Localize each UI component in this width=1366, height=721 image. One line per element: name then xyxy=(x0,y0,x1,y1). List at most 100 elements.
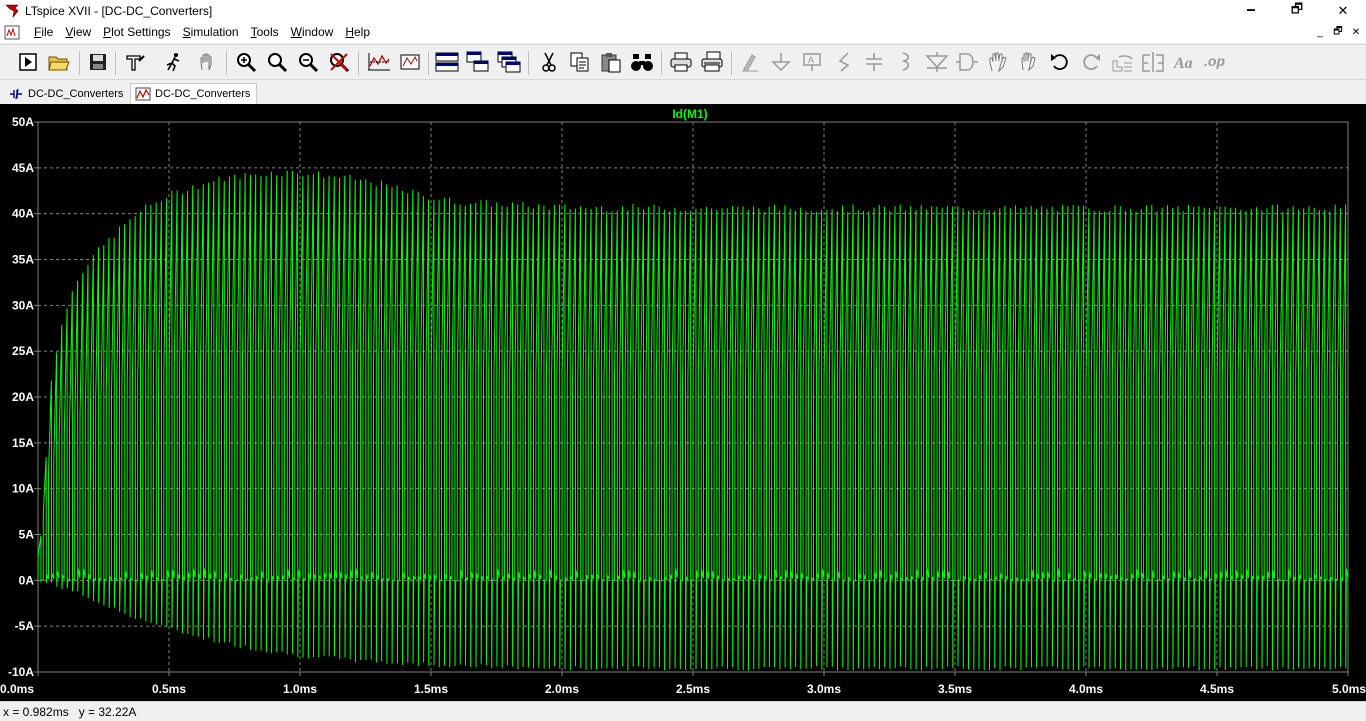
toolbar-separator xyxy=(428,51,429,75)
x-tick-label: 4.5ms xyxy=(1200,682,1234,696)
mdi-close-button[interactable]: ✕ xyxy=(1348,25,1364,39)
document-system-icon[interactable] xyxy=(4,25,22,41)
undo-icon[interactable] xyxy=(1047,49,1073,75)
text-icon[interactable]: Aa xyxy=(1172,49,1198,75)
x-tick-label: 3.0ms xyxy=(807,682,841,696)
y-tick-label: -10A xyxy=(8,665,34,679)
y-tick-label: 10A xyxy=(12,482,34,496)
y-tick-label: 5A xyxy=(19,528,35,542)
resistor-icon[interactable] xyxy=(831,49,857,75)
tile-vertical-icon[interactable] xyxy=(465,49,491,75)
close-button[interactable]: ✕ xyxy=(1320,0,1366,22)
toolbar-separator xyxy=(358,51,359,75)
y-tick-label: 25A xyxy=(12,344,34,358)
y-tick-label: 45A xyxy=(12,161,34,175)
mirror-icon[interactable] xyxy=(1140,49,1166,75)
zoom-area-icon[interactable] xyxy=(264,49,290,75)
inductor-icon[interactable] xyxy=(892,49,918,75)
drag-icon[interactable] xyxy=(1016,49,1042,75)
waveform-icon xyxy=(135,87,151,101)
tile-horizontal-icon[interactable] xyxy=(434,49,460,75)
redo-icon[interactable] xyxy=(1078,49,1104,75)
y-tick-label: 20A xyxy=(12,390,34,404)
toolbar: A Aa .op xyxy=(0,44,1366,80)
paste-icon[interactable] xyxy=(598,49,624,75)
mdi-minimize-button[interactable]: _ xyxy=(1312,25,1328,39)
menu-help[interactable]: Help xyxy=(339,22,376,43)
trace-id-m1[interactable] xyxy=(37,170,1349,671)
y-tick-label: 15A xyxy=(12,436,34,450)
cursor-x-readout: x = 0.982ms xyxy=(3,704,69,719)
status-bar: x = 0.982ms y = 32.22A xyxy=(0,701,1366,721)
run-stop-icon[interactable] xyxy=(161,49,187,75)
ltspice-app-icon[interactable] xyxy=(4,3,20,19)
rotate-icon[interactable] xyxy=(1109,49,1135,75)
svg-text:.op: .op xyxy=(1204,53,1225,69)
toolbar-separator xyxy=(79,51,80,75)
find-icon[interactable] xyxy=(629,49,655,75)
toolbar-separator xyxy=(731,51,732,75)
waveform-plot[interactable]: 50A 45A 40A 35A 30A 25A 20A 15A 10A 5A 0A -5A -10A 0… xyxy=(0,104,1366,701)
x-tick-label: 2.0ms xyxy=(545,682,579,696)
toolbar-separator xyxy=(226,51,227,75)
run-icon[interactable] xyxy=(15,49,41,75)
save-icon[interactable] xyxy=(85,49,111,75)
autoscale-icon[interactable] xyxy=(366,49,392,75)
menu-simulation[interactable]: Simulation xyxy=(177,22,245,43)
menu-view[interactable]: View xyxy=(59,22,97,43)
move-icon[interactable] xyxy=(985,49,1011,75)
component-icon[interactable] xyxy=(954,49,980,75)
zoom-fit-icon[interactable] xyxy=(397,49,423,75)
pan-icon[interactable] xyxy=(194,49,220,75)
y-tick-label: 30A xyxy=(12,298,34,312)
trace-label[interactable]: Id(M1) xyxy=(672,107,707,121)
x-tick-label: 5.0ms xyxy=(1332,682,1366,696)
tab-waveform[interactable]: DC-DC_Converters xyxy=(130,83,258,104)
x-tick-label: 1.5ms xyxy=(414,682,448,696)
x-tick-label: 0.5ms xyxy=(152,682,186,696)
y-tick-label: 35A xyxy=(12,253,34,267)
menu-bar: File View Plot Settings Simulation Tools… xyxy=(0,22,1366,43)
toolbar-separator xyxy=(661,51,662,75)
menu-plot-settings[interactable]: Plot Settings xyxy=(97,22,176,43)
open-icon[interactable] xyxy=(46,49,72,75)
maximize-button[interactable]: 🗗 xyxy=(1274,0,1320,22)
cascade-icon[interactable] xyxy=(496,49,522,75)
cursor-y-readout: y = 32.22A xyxy=(78,704,137,719)
wire-icon[interactable] xyxy=(738,49,764,75)
tab-schematic[interactable]: DC-DC_Converters xyxy=(4,83,129,104)
document-tabs: DC-DC_Converters DC-DC_Converters xyxy=(0,81,1366,104)
spice-directive-icon[interactable]: .op xyxy=(1203,49,1229,75)
control-panel-icon[interactable] xyxy=(122,49,148,75)
title-bar: LTspice XVII - [DC-DC_Converters] 🗕 🗗 ✕ xyxy=(0,0,1366,22)
y-tick-label: 0A xyxy=(19,573,35,587)
zoom-out-icon[interactable] xyxy=(295,49,321,75)
diode-icon[interactable] xyxy=(924,49,950,75)
print-preview-icon[interactable] xyxy=(699,49,725,75)
x-tick-label: 0.0ms xyxy=(0,682,34,696)
menu-window[interactable]: Window xyxy=(285,22,340,43)
x-tick-label: 2.5ms xyxy=(676,682,710,696)
svg-text:Aa: Aa xyxy=(1173,55,1193,72)
window-title: LTspice XVII - [DC-DC_Converters] xyxy=(25,4,213,18)
zoom-cancel-icon[interactable] xyxy=(326,49,352,75)
menu-tools[interactable]: Tools xyxy=(245,22,285,43)
waveform-plot-area[interactable]: 50A 45A 40A 35A 30A 25A 20A 15A 10A 5A 0A -5A -10A 0… xyxy=(0,104,1366,701)
capacitor-icon[interactable] xyxy=(861,49,887,75)
schematic-icon xyxy=(8,87,24,101)
x-axis-ticks: 0.0ms 0.5ms 1.0ms 1.5ms 2.0ms 2.5ms 3.0ms 3.5ms… xyxy=(0,672,1366,696)
ground-icon[interactable] xyxy=(768,49,794,75)
tab-schematic-label: DC-DC_Converters xyxy=(28,87,124,100)
label-icon[interactable]: A xyxy=(799,49,825,75)
menu-file[interactable]: File xyxy=(28,22,59,43)
copy-icon[interactable] xyxy=(567,49,593,75)
toolbar-separator xyxy=(528,51,529,75)
minimize-button[interactable]: 🗕 xyxy=(1228,0,1274,22)
print-icon[interactable] xyxy=(668,49,694,75)
zoom-in-icon[interactable] xyxy=(233,49,259,75)
y-axis-ticks: 50A 45A 40A 35A 30A 25A 20A 15A 10A 5A 0A -5A -10A xyxy=(8,115,38,679)
x-tick-label: 4.0ms xyxy=(1069,682,1103,696)
cut-icon[interactable] xyxy=(536,49,562,75)
mdi-restore-button[interactable]: 🗗 xyxy=(1330,25,1346,39)
toolbar-separator xyxy=(115,51,116,75)
